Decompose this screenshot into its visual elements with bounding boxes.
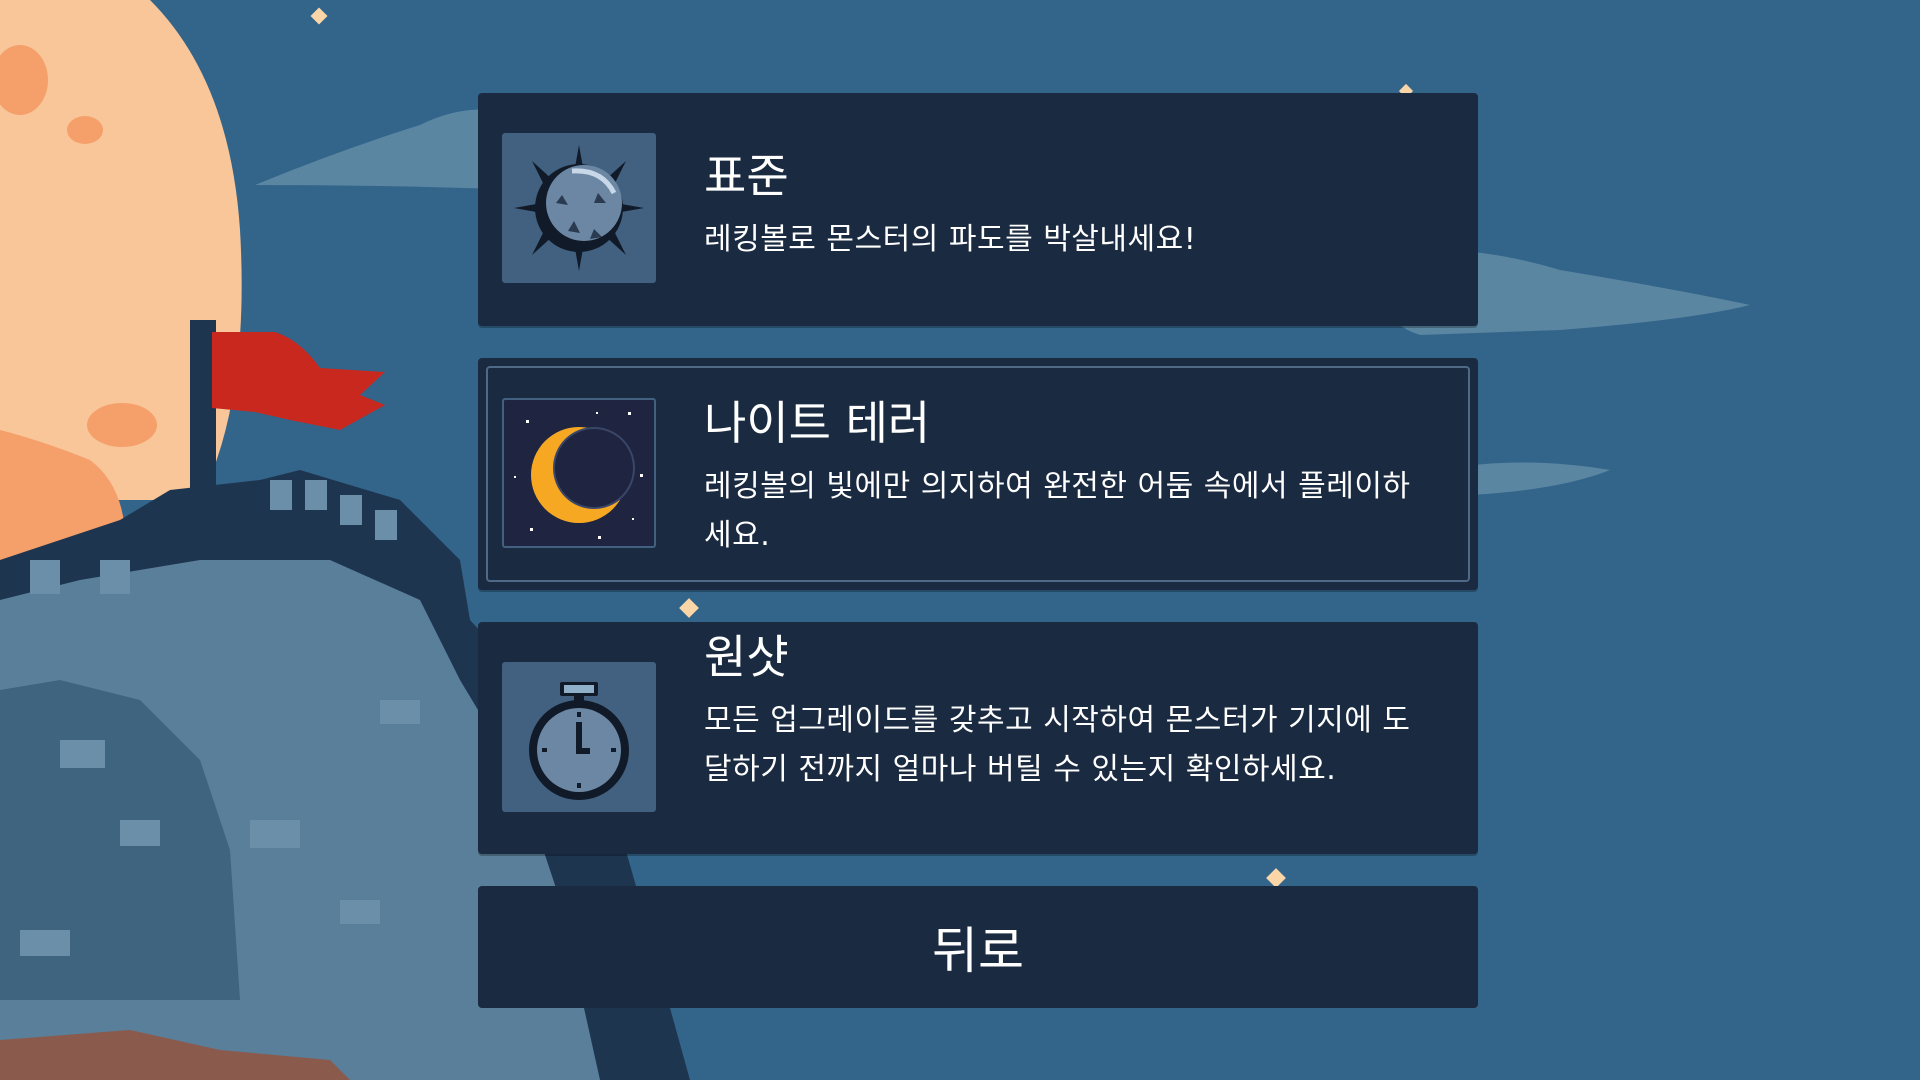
red-flag (196, 320, 385, 470)
mode-description-one-shot: 모든 업그레이드를 갖추고 시작하여 몬스터가 기지에 도달하기 전까지 얼마나… (704, 703, 1411, 787)
mode-description-standard: 레킹볼로 몬스터의 파도를 박살내세요! (704, 222, 1197, 257)
crescent-moon-icon (502, 398, 656, 548)
mode-title-one-shot: 원샷 (704, 630, 789, 684)
mode-card-standard[interactable]: 표준 레킹볼로 몬스터의 파도를 박살내세요! (478, 93, 1478, 326)
mode-description-night-terror: 레킹볼의 빛에만 의지하여 완전한 어둠 속에서 플레이하세요. (704, 469, 1411, 553)
mode-card-night-terror[interactable]: 나이트 테러 레킹볼의 빛에만 의지하여 완전한 어둠 속에서 플레이하세요. (478, 358, 1478, 590)
mode-card-one-shot[interactable]: 원샷 모든 업그레이드를 갖추고 시작하여 몬스터가 기지에 도달하기 전까지 … (478, 622, 1478, 854)
mode-title-standard: 표준 (704, 149, 789, 203)
mode-title-night-terror: 나이트 테러 (704, 396, 931, 450)
back-button[interactable]: 뒤로 (478, 886, 1478, 1008)
wrecking-ball-icon (502, 133, 656, 283)
stopwatch-icon (502, 662, 656, 812)
